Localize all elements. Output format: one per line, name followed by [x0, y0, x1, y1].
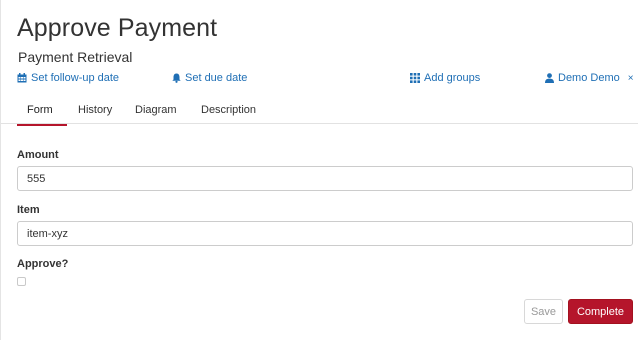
complete-button[interactable]: Complete [568, 299, 633, 324]
set-due-date-label: Set due date [185, 72, 248, 84]
tab-form[interactable]: Form [27, 104, 53, 116]
set-follow-up-date-label: Set follow-up date [31, 72, 120, 84]
task-actions: Set follow-up date Set due date Add grou… [17, 72, 634, 88]
add-groups-link[interactable]: Add groups [410, 72, 480, 84]
user-icon [545, 73, 554, 83]
page-title: Approve Payment [17, 14, 218, 42]
approve-label: Approve? [17, 258, 69, 270]
amount-label: Amount [17, 149, 59, 161]
tab-description[interactable]: Description [201, 104, 256, 116]
add-groups-label: Add groups [424, 72, 481, 84]
set-due-date-link[interactable]: Set due date [172, 72, 247, 84]
amount-input[interactable] [17, 166, 633, 191]
assignee: Demo Demo × [545, 72, 634, 84]
item-input[interactable] [17, 221, 633, 246]
tab-history[interactable]: History [78, 104, 112, 116]
calendar-icon [17, 73, 27, 83]
approve-checkbox[interactable] [17, 277, 26, 286]
tabs-divider [1, 123, 638, 124]
grid-icon [410, 73, 420, 83]
process-name: Payment Retrieval [18, 49, 133, 65]
bell-icon [172, 73, 181, 83]
task-panel: Approve Payment Payment Retrieval Set fo… [0, 0, 638, 340]
remove-assignee-icon[interactable]: × [628, 73, 634, 84]
set-follow-up-date-link[interactable]: Set follow-up date [17, 72, 119, 84]
item-label: Item [17, 204, 40, 216]
tab-diagram[interactable]: Diagram [135, 104, 177, 116]
save-button[interactable]: Save [524, 299, 563, 324]
assignee-name-link[interactable]: Demo Demo [558, 72, 620, 84]
